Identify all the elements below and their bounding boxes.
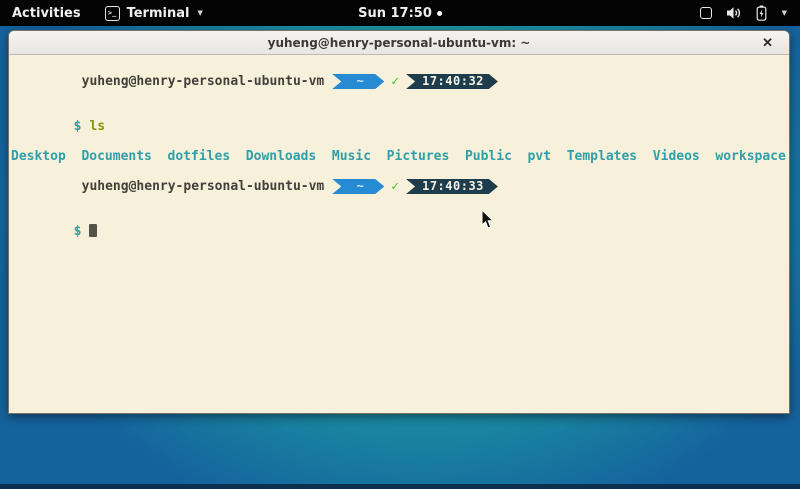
input-line: $: [11, 209, 789, 254]
volume-icon: [726, 6, 742, 20]
activities-label: Activities: [12, 6, 81, 21]
command-line: $ ls: [11, 104, 789, 149]
battery-charging-icon: [756, 5, 767, 21]
window-title: yuheng@henry-personal-ubuntu-vm: ~: [268, 36, 531, 50]
prompt-time-segment: 17:40:32: [406, 74, 498, 89]
command-text: ls: [89, 119, 105, 134]
prompt-line: yuheng@henry-personal-ubuntu-vm ~ ✓ 17:40:3…: [11, 164, 789, 209]
prompt-user: yuheng@henry-personal-ubuntu-vm: [74, 74, 325, 89]
check-icon: ✓: [391, 179, 399, 194]
prompt-path-segment: ~: [332, 74, 384, 89]
prompt-symbol: $: [74, 224, 82, 239]
desktop: Activities >_ Terminal ▼ Sun 17:50: [0, 0, 800, 489]
prompt-symbol: $: [74, 119, 82, 134]
prompt-path-segment: ~: [332, 179, 384, 194]
terminal-content[interactable]: yuheng@henry-personal-ubuntu-vm ~ ✓ 17:40:3…: [9, 56, 789, 413]
app-menu-label: Terminal: [127, 6, 190, 21]
notification-dot-icon: [437, 11, 442, 16]
terminal-cursor: [89, 224, 97, 237]
top-bar: Activities >_ Terminal ▼ Sun 17:50: [0, 0, 800, 26]
prompt-line: yuheng@henry-personal-ubuntu-vm ~ ✓ 17:40:3…: [11, 59, 789, 104]
activities-button[interactable]: Activities: [0, 0, 93, 26]
desktop-bottom-strip: [0, 484, 800, 489]
check-icon: ✓: [391, 74, 399, 89]
system-status-area[interactable]: ▼: [700, 0, 800, 26]
display-icon: [700, 7, 712, 19]
terminal-icon: >_: [105, 6, 120, 21]
prompt-time-segment: 17:40:33: [406, 179, 498, 194]
chevron-down-icon: ▼: [782, 9, 787, 17]
terminal-window: yuheng@henry-personal-ubuntu-vm: ~ ✕ yuh…: [8, 30, 790, 414]
clock-button[interactable]: Sun 17:50: [348, 0, 452, 26]
prompt-user: yuheng@henry-personal-ubuntu-vm: [74, 179, 325, 194]
ls-output: Desktop Documents dotfiles Downloads Mus…: [11, 149, 789, 164]
chevron-down-icon: ▼: [197, 9, 202, 17]
close-button[interactable]: ✕: [754, 31, 781, 54]
clock-label: Sun 17:50: [358, 6, 432, 21]
app-menu-button[interactable]: >_ Terminal ▼: [93, 0, 215, 26]
window-titlebar[interactable]: yuheng@henry-personal-ubuntu-vm: ~ ✕: [9, 31, 789, 55]
